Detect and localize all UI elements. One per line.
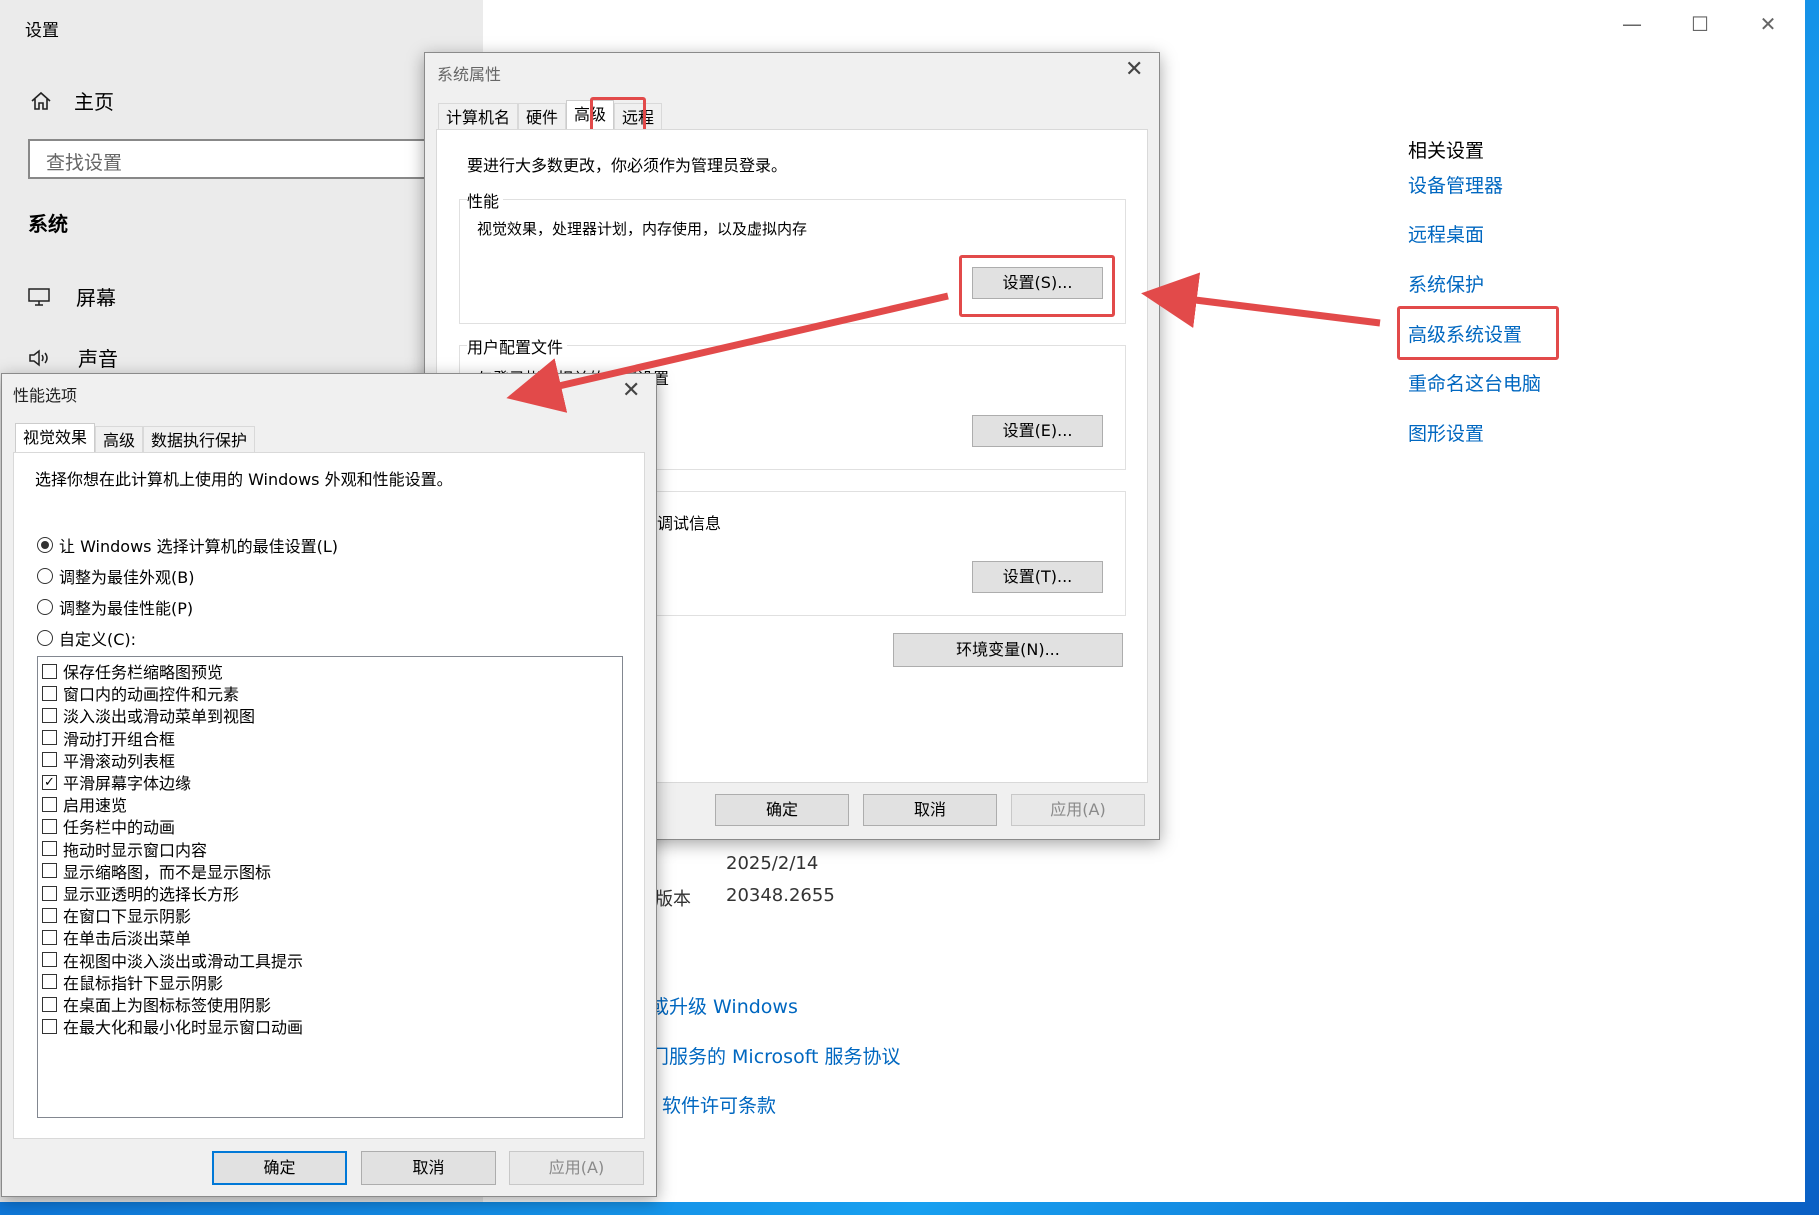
arrow-to-performance-button xyxy=(1141,272,1381,328)
arrow-to-performance-dialog xyxy=(506,292,949,413)
annotation-arrows xyxy=(506,272,1381,413)
